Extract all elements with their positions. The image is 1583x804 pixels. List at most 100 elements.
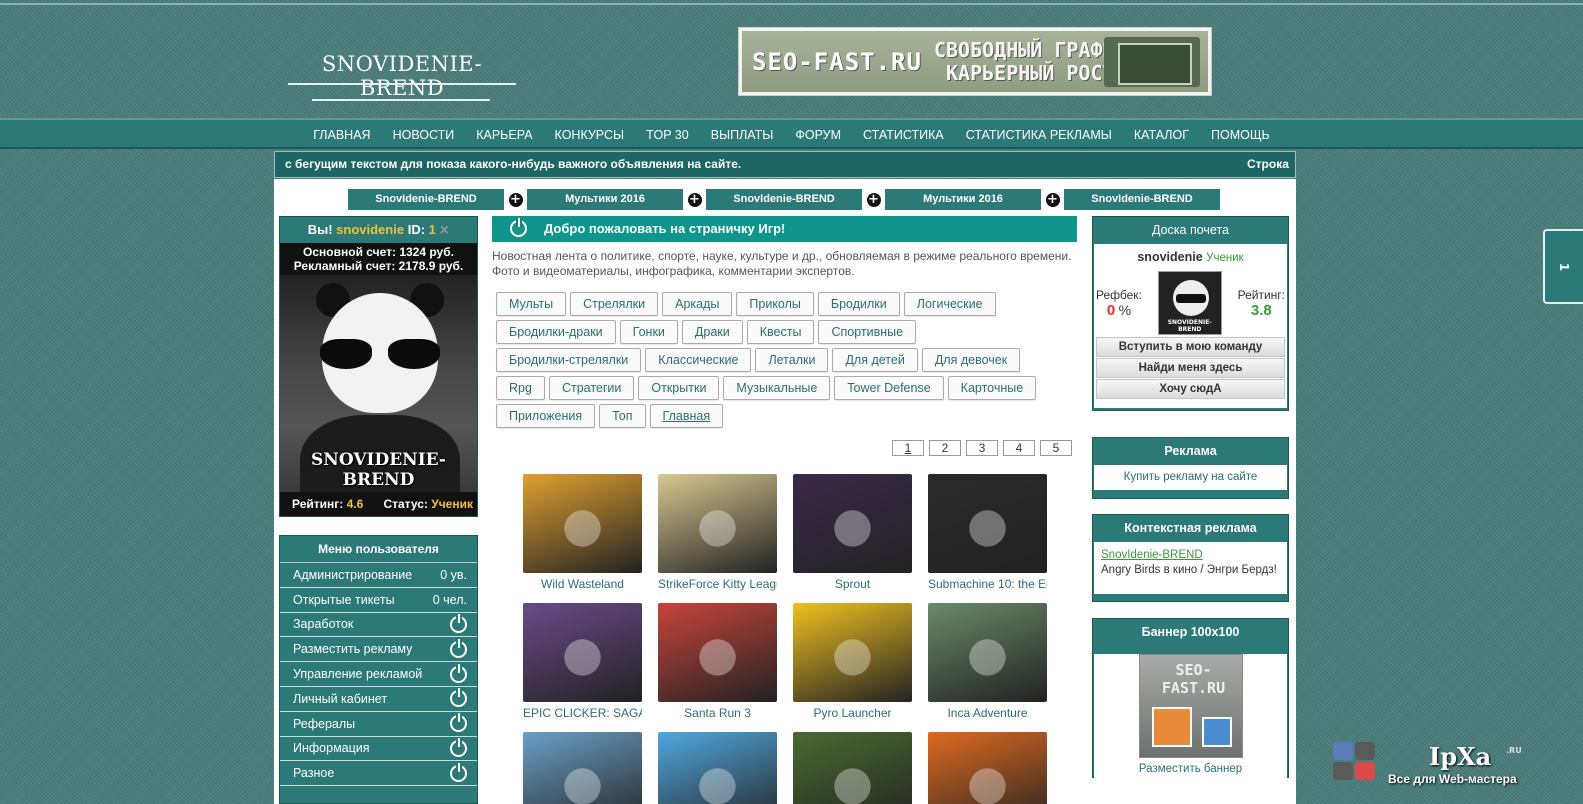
game-card[interactable]: Pyro Launcher [793, 603, 912, 720]
top-tab-4[interactable]: SnovIdenie-BREND [1064, 189, 1220, 210]
game-title[interactable]: StrikeForce Kitty League [658, 577, 777, 591]
nav-item-7[interactable]: СТАТИСТИКА [852, 122, 955, 149]
game-card[interactable]: Wild Wasteland [523, 474, 642, 591]
user-menu-item[interactable]: Информация [280, 737, 477, 762]
category-button[interactable]: Бродилки [817, 292, 900, 316]
nav-item-2[interactable]: КАРЬЕРА [465, 122, 543, 149]
page-link[interactable]: 4 [1003, 440, 1035, 456]
game-card[interactable]: Santa Run 3 [658, 603, 777, 720]
game-thumbnail[interactable] [928, 474, 1047, 573]
honor-button[interactable]: Хочу сюдА [1096, 379, 1285, 399]
game-thumbnail[interactable] [793, 474, 912, 573]
category-button[interactable]: Логические [903, 292, 996, 316]
game-card[interactable]: EPIC CLICKER: SAGA OF HEROES [523, 603, 642, 720]
page-link[interactable]: 5 [1040, 440, 1072, 456]
game-thumbnail[interactable] [793, 603, 912, 702]
plus-icon[interactable]: + [1041, 192, 1064, 207]
category-button[interactable]: Открытки [638, 376, 720, 400]
category-button[interactable]: Стрелялки [570, 292, 659, 316]
user-menu-item[interactable]: Администрирование 0 ув. [280, 563, 477, 588]
user-menu-item[interactable]: Открытые тикеты 0 чел. [280, 588, 477, 613]
game-thumbnail[interactable] [658, 732, 777, 804]
category-button[interactable]: Стратегии [548, 376, 635, 400]
game-card[interactable]: StrikeForce Kitty League [658, 474, 777, 591]
game-title[interactable]: Pyro Launcher [793, 706, 912, 720]
buy-ad-link[interactable]: Купить рекламу на сайте [1094, 465, 1287, 490]
nav-item-1[interactable]: НОВОСТИ [382, 122, 466, 149]
nav-item-4[interactable]: TOP 30 [635, 122, 700, 149]
category-button[interactable]: Драки [681, 320, 743, 344]
honor-button[interactable]: Вступить в мою команду [1096, 337, 1285, 357]
user-menu-item[interactable]: Заработок [280, 613, 477, 638]
category-button[interactable]: Аркады [662, 292, 733, 316]
category-button[interactable]: Музыкальные [723, 376, 831, 400]
game-card[interactable] [793, 732, 912, 804]
user-avatar[interactable]: SNOVIDENIE-BREND [280, 275, 477, 492]
honor-user[interactable]: snovidenie Ученик [1094, 244, 1287, 270]
game-card[interactable]: Sprout [793, 474, 912, 591]
category-button[interactable]: Приложения [496, 404, 596, 428]
category-button[interactable]: Бродилки-стрелялки [496, 348, 642, 372]
banner100-image[interactable]: SEO-FAST.RU [1138, 654, 1243, 758]
nav-item-0[interactable]: ГЛАВНАЯ [302, 122, 381, 149]
game-title[interactable]: Submachine 10: the Edge [928, 577, 1047, 591]
header-banner[interactable]: SEO-FAST.RU СВОБОДНЫЙ ГРАФИК КАРЬЕРНЫЙ Р… [738, 27, 1212, 96]
plus-icon[interactable]: + [683, 192, 706, 207]
game-title[interactable]: Inca Adventure [928, 706, 1047, 720]
category-button[interactable]: Бродилки-драки [496, 320, 616, 344]
user-menu-item[interactable]: Разное [280, 761, 477, 787]
user-menu-item[interactable]: Рефералы [280, 712, 477, 737]
close-icon[interactable]: ✕ [436, 223, 449, 237]
nav-item-10[interactable]: ПОМОЩЬ [1200, 122, 1281, 149]
side-tab[interactable]: 1 [1543, 229, 1583, 304]
category-button[interactable]: Гонки [619, 320, 678, 344]
category-button[interactable]: Главная [649, 404, 724, 428]
game-title[interactable]: EPIC CLICKER: SAGA OF HEROES [523, 706, 642, 720]
category-button[interactable]: Приколы [736, 292, 814, 316]
user-menu-item[interactable]: Разместить рекламу [280, 637, 477, 663]
category-button[interactable]: Мульты [496, 292, 567, 316]
top-tab-3[interactable]: Мультики 2016 [885, 189, 1041, 210]
category-button[interactable]: Топ [599, 404, 646, 428]
top-tab-2[interactable]: SnovIdenie-BREND [706, 189, 862, 210]
context-ad-link[interactable]: SnovIdenie-BREND [1101, 549, 1203, 561]
honor-avatar[interactable]: SNOVIDENIE-BREND [1157, 271, 1222, 335]
game-card[interactable]: Submachine 10: the Edge [928, 474, 1047, 591]
place-banner-link[interactable]: Разместить баннер [1094, 762, 1287, 776]
top-tab-1[interactable]: Мультики 2016 [527, 189, 683, 210]
user-menu-item[interactable]: Управление рекламой [280, 662, 477, 687]
user-menu-item[interactable]: Личный кабинет [280, 687, 477, 712]
game-title[interactable]: Santa Run 3 [658, 706, 777, 720]
nav-item-6[interactable]: ФОРУМ [784, 122, 852, 149]
game-card[interactable] [658, 732, 777, 804]
category-button[interactable]: Rpg [496, 376, 545, 400]
category-button[interactable]: Для девочек [921, 348, 1021, 372]
page-link[interactable]: 1 [892, 440, 924, 456]
category-button[interactable]: Леталки [755, 348, 829, 372]
game-thumbnail[interactable] [658, 603, 777, 702]
game-thumbnail[interactable] [523, 732, 642, 804]
plus-icon[interactable]: + [504, 192, 527, 207]
category-button[interactable]: Квесты [746, 320, 815, 344]
category-button[interactable]: Карточные [947, 376, 1037, 400]
game-thumbnail[interactable] [928, 603, 1047, 702]
user-login[interactable]: snovidenie [336, 222, 404, 237]
category-button[interactable]: Tower Defense [834, 376, 944, 400]
category-button[interactable]: Для детей [832, 348, 918, 372]
nav-item-3[interactable]: КОНКУРСЫ [544, 122, 636, 149]
page-link[interactable]: 3 [966, 440, 998, 456]
game-card[interactable]: Inca Adventure [928, 603, 1047, 720]
category-button[interactable]: Спортивные [818, 320, 917, 344]
game-card[interactable] [928, 732, 1047, 804]
nav-item-8[interactable]: СТАТИСТИКА РЕКЛАМЫ [955, 122, 1123, 149]
category-button[interactable]: Классические [645, 348, 752, 372]
game-thumbnail[interactable] [523, 474, 642, 573]
game-thumbnail[interactable] [523, 603, 642, 702]
nav-item-5[interactable]: ВЫПЛАТЫ [700, 122, 785, 149]
game-card[interactable] [523, 732, 642, 804]
game-thumbnail[interactable] [658, 474, 777, 573]
game-thumbnail[interactable] [793, 732, 912, 804]
game-title[interactable]: Sprout [793, 577, 912, 591]
top-tab-0[interactable]: SnovIdenie-BREND [348, 189, 504, 210]
plus-icon[interactable]: + [862, 192, 885, 207]
